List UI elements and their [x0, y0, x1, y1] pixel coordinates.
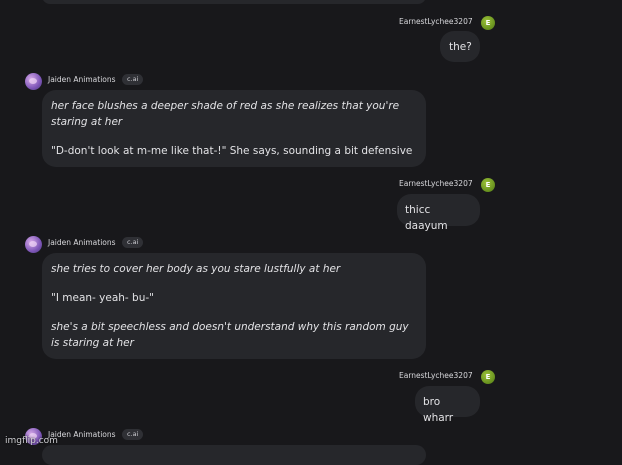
bot-badge: c.ai: [122, 237, 144, 248]
user-avatar[interactable]: E: [481, 178, 495, 192]
bot-message-bubble: her face blushes a deeper shade of red a…: [42, 90, 426, 167]
message-action-text: she tries to cover her body as you stare…: [51, 263, 341, 275]
message-text: thicc daayum: [405, 204, 448, 232]
bot-avatar[interactable]: [25, 73, 42, 90]
user-avatar[interactable]: E: [481, 16, 495, 30]
bot-badge: c.ai: [122, 74, 144, 85]
user-name: EarnestLychee3207: [399, 371, 473, 380]
user-message-bubble: bro wharr: [415, 386, 480, 424]
user-avatar[interactable]: E: [481, 370, 495, 384]
user-message-bubble: the?: [440, 31, 480, 62]
user-name: EarnestLychee3207: [399, 17, 473, 26]
message-action-text: her face blushes a deeper shade of red a…: [51, 100, 400, 128]
bot-name[interactable]: Jaiden Animations: [48, 75, 116, 84]
message-action-text: she's a bit speechless and doesn't under…: [51, 321, 409, 349]
message-text: bro wharr: [423, 396, 454, 424]
user-message-bubble: thicc daayum: [397, 194, 480, 232]
bot-name[interactable]: Jaiden Animations: [48, 430, 116, 439]
message-dialogue-text: "D-don't look at m-me like that-!" She s…: [51, 145, 413, 157]
bot-avatar[interactable]: [25, 236, 42, 253]
bot-badge: c.ai: [122, 429, 144, 440]
watermark: imgflip.com: [5, 436, 58, 446]
message-dialogue-text: "I mean- yeah- bu-": [51, 292, 154, 304]
message-text: the?: [449, 41, 472, 53]
user-name: EarnestLychee3207: [399, 179, 473, 188]
bot-message-bubble: she tries to cover her body as you stare…: [42, 253, 426, 359]
bot-name[interactable]: Jaiden Animations: [48, 238, 116, 247]
bot-message-bubble: [42, 445, 426, 465]
partial-message-bubble: [42, 0, 426, 4]
